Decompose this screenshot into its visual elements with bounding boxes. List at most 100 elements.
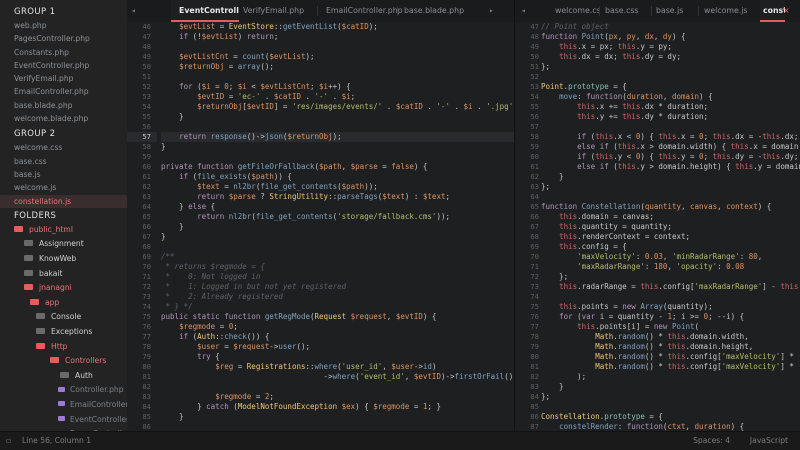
tab-label: base.css	[605, 6, 639, 15]
tree-file[interactable]: Controller.php	[0, 383, 127, 398]
group1-title: GROUP 1	[14, 7, 56, 17]
code-line: $text = nl2br(file_get_contents($path));	[197, 182, 378, 191]
tree-folder[interactable]: app	[0, 296, 127, 311]
code-line: $returnObj = array();	[179, 62, 274, 71]
code-line: $user = $request->user();	[197, 342, 311, 351]
line-number: 54	[142, 102, 151, 111]
tab-base-blade[interactable]: base.blade.php	[402, 0, 476, 22]
tree-folder[interactable]: KnowWeb	[0, 252, 127, 267]
tab-eventcontroller[interactable]: EventController.php	[171, 0, 239, 22]
open-file-item[interactable]: VerifyEmail.php	[0, 72, 127, 85]
open-file-item[interactable]: base.js	[0, 168, 127, 181]
tree-folder[interactable]: bakait	[0, 267, 127, 282]
code-line: for ($i = 0; $i < $evtListCnt; $i++) {	[179, 82, 351, 91]
code-line: this.x += this.dx * duration;	[577, 102, 709, 111]
line-number: 49	[142, 52, 151, 61]
indentation-setting[interactable]: Spaces: 4	[693, 432, 730, 450]
open-file-item[interactable]: welcome.js	[0, 181, 127, 194]
folder-icon	[36, 328, 45, 335]
tree-folder[interactable]: Controllers	[0, 354, 127, 369]
tab-emailcontroller[interactable]: EmailController.php	[322, 0, 408, 22]
code-line: Math.random() * this.domain.width,	[595, 332, 749, 341]
open-file-item[interactable]: PagesController.php	[0, 32, 127, 45]
tree-folder[interactable]: public_html	[0, 223, 127, 238]
tree-file[interactable]: EmailController.php	[0, 398, 127, 413]
line-number: 79	[142, 352, 151, 361]
line-number: 53	[142, 92, 151, 101]
tab-constellation-js[interactable]: constellation.js	[760, 0, 785, 22]
open-file-item[interactable]: welcome.css	[0, 141, 127, 154]
code-line: $evtID = 'ec-' . $catID . '-' . $i;	[197, 92, 356, 101]
line-number: 47	[142, 32, 151, 41]
tree-folder[interactable]: Console	[0, 310, 127, 325]
tab-label: EmailController.php	[326, 6, 403, 15]
tree-folder[interactable]: Exceptions	[0, 325, 127, 340]
tree-folder[interactable]: Http	[0, 340, 127, 355]
tab-base-css[interactable]: base.css	[605, 0, 649, 22]
code-area[interactable]: // Point object function Point(px, py, d…	[541, 22, 800, 432]
tree-item-label: app	[45, 297, 60, 307]
tab-scroll-left-icon[interactable]: ◂	[521, 0, 526, 22]
tree-folder[interactable]: jnanagni	[0, 281, 127, 296]
tab-welcome-css[interactable]: welcome.css	[555, 0, 599, 22]
open-file-item[interactable]: welcome.blade.php	[0, 112, 127, 125]
line-number: 66	[142, 222, 151, 231]
line-number: 78	[142, 342, 151, 351]
code-line: else if (this.y > domain.height) { this.…	[577, 162, 800, 171]
line-number: 51	[142, 72, 151, 81]
open-file-item[interactable]: base.css	[0, 155, 127, 168]
folder-icon	[14, 225, 23, 232]
tab-base-js[interactable]: base.js	[656, 0, 696, 22]
syntax-mode[interactable]: JavaScript	[750, 432, 788, 450]
tab-welcome-js[interactable]: welcome.js	[704, 0, 756, 22]
tree-folder[interactable]: Assignment	[0, 237, 127, 252]
code-area[interactable]: $evtList = EventStore::getEventList($cat…	[161, 22, 514, 432]
code-line: $evtList = EventStore::getEventList($cat…	[179, 22, 378, 31]
code-line: this.radarRange = this.config['maxRadarR…	[559, 282, 800, 291]
code-line: move: function(duration, domain) {	[559, 92, 713, 101]
code-line: } catch (ModelNotFoundException $ex) { $…	[161, 402, 441, 411]
tree-item-label: Auth	[75, 370, 93, 380]
left-editor-pane[interactable]: ◂ EventController.php VerifyEmail.php Em…	[127, 0, 514, 432]
line-number: 55	[142, 112, 151, 121]
tree-item-label: Exceptions	[51, 327, 93, 337]
right-editor-pane[interactable]: ◂ welcome.css base.css base.js welcome.j…	[515, 0, 800, 432]
line-number: 70	[142, 262, 151, 271]
tab-scroll-left-icon[interactable]: ◂	[131, 0, 136, 22]
code-line: this.config = {	[559, 242, 627, 251]
open-file-item[interactable]: Constants.php	[0, 46, 127, 59]
folder-icon	[24, 255, 33, 262]
folder-icon	[30, 298, 39, 305]
open-file-item[interactable]: EmailController.php	[0, 85, 127, 98]
tab-verifyemail[interactable]: VerifyEmail.php	[241, 0, 317, 22]
code-line: }	[161, 112, 184, 121]
tab-label: EventController.php	[179, 6, 239, 15]
close-tab-icon[interactable]: ×	[783, 0, 793, 22]
open-file-item[interactable]: constellation.js	[0, 194, 127, 208]
tab-label: constellation.js	[763, 6, 785, 15]
tree-folder[interactable]: Auth	[0, 369, 127, 384]
open-file-item[interactable]: base.blade.php	[0, 99, 127, 112]
line-number: 82	[142, 382, 151, 391]
code-line: private function getFileOrFallback($path…	[161, 162, 428, 171]
open-file-item[interactable]: EventController.php	[0, 59, 127, 72]
line-number: 63	[142, 192, 151, 201]
tree-file[interactable]: EventController.php	[0, 413, 127, 428]
code-line: 'maxRadarRange': 180, 'opacity': 0.08	[577, 262, 745, 271]
code-line: }	[161, 222, 184, 231]
code-line: };	[541, 62, 551, 71]
tree-item-label: jnanagni	[39, 283, 72, 293]
folder-icon	[24, 240, 33, 247]
code-line: this.dx = dx; this.dy = dy;	[559, 52, 681, 61]
tab-scroll-right-icon[interactable]: ▸	[489, 0, 494, 22]
code-line: return $parse ? StringUtility::parseTags…	[197, 192, 450, 201]
code-line: Math.random() * this.config['maxVelocity…	[595, 362, 800, 371]
code-line: ->where('event_id', $evtID)->firstOrFail…	[161, 372, 514, 381]
code-line: this.renderContext = context;	[559, 232, 691, 241]
open-file-item[interactable]: web.php	[0, 19, 127, 32]
